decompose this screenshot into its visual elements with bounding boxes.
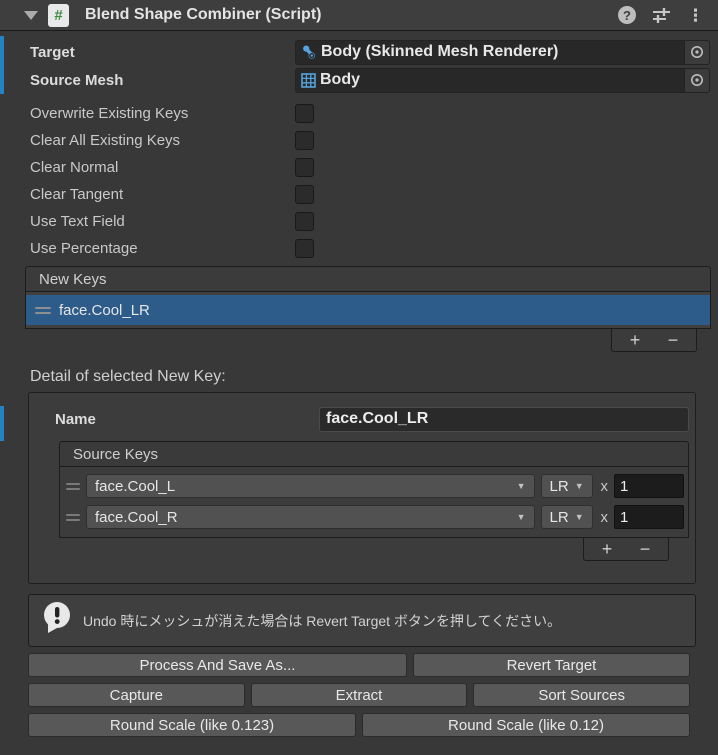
extract-button[interactable]: Extract	[250, 683, 468, 707]
detail-section-label: Detail of selected New Key:	[30, 368, 226, 385]
target-value: Body (Skinned Mesh Renderer)	[321, 43, 559, 60]
use-percentage-checkbox[interactable]	[295, 239, 314, 258]
chevron-down-icon: ▼	[574, 481, 584, 491]
source-keys-list: Source Keys face.Cool_L ▼ LR ▼ x 1 face.…	[59, 441, 689, 561]
checkbox-label: Use Percentage	[30, 240, 138, 257]
mesh-icon	[301, 72, 316, 88]
mode-dropdown[interactable]: LR ▼	[540, 474, 593, 498]
chevron-down-icon: ▼	[516, 512, 526, 522]
clear-tangent-checkbox[interactable]	[295, 185, 314, 204]
multiplier-input[interactable]: 1	[614, 474, 684, 498]
new-key-list-item[interactable]: face.Cool_LR	[26, 295, 710, 325]
multiplier-label: x	[600, 477, 609, 495]
target-object-picker-button[interactable]	[684, 40, 709, 64]
help-icon[interactable]: ?	[618, 6, 636, 24]
clear-normal-checkbox[interactable]	[295, 158, 314, 177]
new-keys-header: New Keys	[25, 266, 711, 292]
prefab-override-bar	[0, 36, 4, 94]
checkbox-label: Clear All Existing Keys	[30, 132, 181, 149]
info-bubble-icon	[41, 601, 73, 640]
multiplier-input[interactable]: 1	[614, 505, 684, 529]
drag-handle-icon[interactable]	[66, 513, 80, 521]
mode-value: LR	[549, 508, 569, 526]
skinned-mesh-renderer-icon	[301, 44, 317, 60]
checkbox-label: Clear Normal	[30, 159, 119, 176]
process-and-save-as-button[interactable]: Process And Save As...	[28, 653, 407, 677]
checkbox-label: Overwrite Existing Keys	[30, 105, 189, 122]
round-scale-123-button[interactable]: Round Scale (like 0.123)	[28, 713, 356, 737]
source-mesh-object-field[interactable]: Body	[295, 67, 710, 93]
detail-box: Name face.Cool_LR Source Keys face.Cool_…	[28, 392, 696, 584]
add-source-key-button[interactable]: +	[592, 540, 622, 558]
use-text-field-checkbox[interactable]	[295, 212, 314, 231]
source-key-value: face.Cool_L	[95, 477, 176, 495]
source-key-value: face.Cool_R	[95, 508, 178, 526]
overwrite-existing-keys-checkbox[interactable]	[295, 104, 314, 123]
new-keys-list: New Keys face.Cool_LR + −	[25, 266, 711, 352]
revert-target-button[interactable]: Revert Target	[412, 653, 690, 677]
remove-new-key-button[interactable]: −	[658, 331, 688, 349]
round-scale-12-button[interactable]: Round Scale (like 0.12)	[362, 713, 690, 737]
drag-handle-icon[interactable]	[35, 306, 51, 314]
inspector-panel: # Blend Shape Combiner (Script) ? ⋮ Targ…	[0, 0, 718, 755]
name-label: Name	[55, 410, 96, 428]
sort-sources-button[interactable]: Sort Sources	[473, 683, 691, 707]
prefab-override-bar	[0, 406, 4, 441]
source-mesh-label: Source Mesh	[30, 71, 124, 89]
add-new-key-button[interactable]: +	[620, 331, 650, 349]
remove-source-key-button[interactable]: −	[630, 540, 660, 558]
source-mesh-value: Body	[320, 71, 360, 88]
source-keys-header: Source Keys	[59, 441, 689, 467]
name-input[interactable]: face.Cool_LR	[319, 406, 689, 432]
foldout-arrow-icon[interactable]	[24, 10, 38, 20]
object-picker-icon	[691, 46, 703, 58]
source-mesh-object-picker-button[interactable]	[684, 68, 709, 92]
mode-value: LR	[549, 477, 569, 495]
component-title: Blend Shape Combiner (Script)	[85, 6, 322, 23]
object-picker-icon	[691, 74, 703, 86]
target-object-field[interactable]: Body (Skinned Mesh Renderer)	[295, 39, 710, 65]
source-key-dropdown[interactable]: face.Cool_L ▼	[86, 474, 535, 498]
script-icon: #	[48, 3, 69, 27]
kebab-menu-icon[interactable]: ⋮	[687, 7, 704, 24]
target-label: Target	[30, 43, 75, 61]
source-key-row: face.Cool_R ▼ LR ▼ x 1	[64, 504, 684, 530]
chevron-down-icon: ▼	[516, 481, 526, 491]
component-header: # Blend Shape Combiner (Script) ? ⋮	[0, 0, 718, 31]
mode-dropdown[interactable]: LR ▼	[540, 505, 593, 529]
help-text: Undo 時にメッシュが消えた場合は Revert Target ボタンを押して…	[83, 612, 562, 629]
capture-button[interactable]: Capture	[28, 683, 245, 707]
clear-all-existing-keys-checkbox[interactable]	[295, 131, 314, 150]
checkbox-label: Clear Tangent	[30, 186, 124, 203]
checkbox-label: Use Text Field	[30, 213, 125, 230]
multiplier-label: x	[600, 508, 609, 526]
chevron-down-icon: ▼	[574, 512, 584, 522]
drag-handle-icon[interactable]	[66, 482, 80, 490]
help-box: Undo 時にメッシュが消えた場合は Revert Target ボタンを押して…	[28, 594, 696, 647]
presets-icon[interactable]	[652, 7, 671, 23]
source-key-row: face.Cool_L ▼ LR ▼ x 1	[64, 473, 684, 499]
source-key-dropdown[interactable]: face.Cool_R ▼	[86, 505, 535, 529]
new-key-item-label: face.Cool_LR	[59, 301, 150, 319]
